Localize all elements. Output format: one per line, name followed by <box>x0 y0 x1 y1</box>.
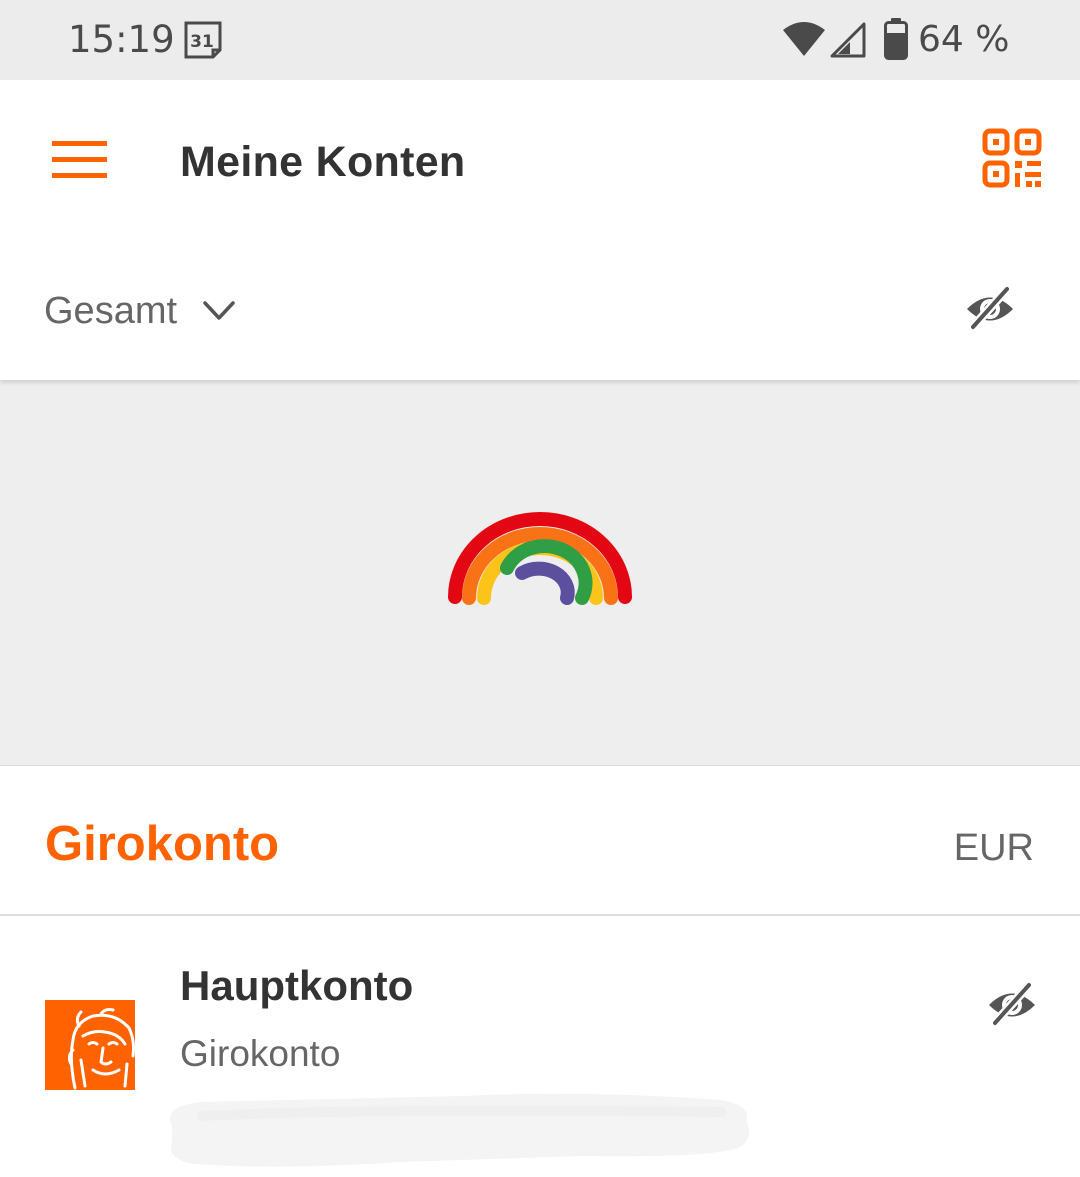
wifi-icon <box>783 22 825 56</box>
status-bar: 15:19 31 64 % <box>0 0 1080 80</box>
battery-icon <box>884 18 908 60</box>
hamburger-menu-icon[interactable] <box>50 140 110 180</box>
redacted-balance <box>170 1093 750 1167</box>
app-bar: Meine Konten Gesamt <box>0 80 1080 380</box>
chevron-down-icon <box>203 301 235 320</box>
ing-lion-logo <box>45 1000 135 1090</box>
promo-banner <box>0 380 1080 766</box>
section-title: Girokonto <box>45 817 280 871</box>
calendar-day: 31 <box>190 32 214 52</box>
cell-signal-icon <box>830 22 866 58</box>
account-type: Girokonto <box>180 1033 341 1074</box>
section-currency: EUR <box>953 827 1034 869</box>
battery-percentage: 64 % <box>918 19 1010 60</box>
eye-slash-icon[interactable] <box>964 286 1016 330</box>
status-time: 15:19 <box>68 18 175 61</box>
account-name: Hauptkonto <box>180 962 414 1009</box>
account-row-hauptkonto[interactable]: Hauptkonto Girokonto <box>0 916 1080 1177</box>
total-label: Gesamt <box>44 290 178 332</box>
rainbow-icon <box>448 512 632 605</box>
eye-slash-icon[interactable] <box>986 982 1038 1026</box>
page-title: Meine Konten <box>180 138 466 186</box>
section-header-girokonto: Girokonto EUR <box>0 766 1080 916</box>
total-selector-dropdown[interactable]: Gesamt <box>44 286 235 336</box>
qr-code-icon[interactable] <box>982 128 1042 188</box>
calendar-icon: 31 <box>184 21 222 59</box>
